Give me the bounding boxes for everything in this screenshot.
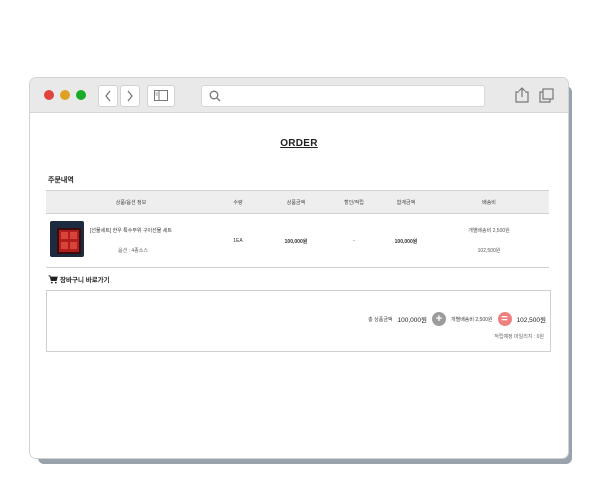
equals-icon: = — [497, 312, 512, 326]
search-icon — [209, 90, 221, 102]
table-row: [선물세트] 한우 특수부위 구이선물 세트 옵션 : 4종소스 1EA 100… — [46, 213, 549, 268]
forward-button[interactable] — [120, 85, 140, 107]
browser-toolbar — [30, 78, 568, 113]
product-thumbnail[interactable] — [50, 221, 84, 257]
chevron-left-icon — [105, 90, 111, 102]
order-summary: 총 상품금액 100,000원 + 개별배송비 2,500원 = 102,500… — [46, 290, 551, 352]
cart-link[interactable]: 장바구니 바로가기 — [48, 274, 110, 284]
minimize-window-button[interactable] — [60, 90, 70, 100]
tabs-icon — [538, 87, 554, 103]
back-button[interactable] — [98, 85, 118, 107]
column-product: 상품/옵션 정보 — [115, 199, 147, 206]
order-table-header: 상품/옵션 정보 수량 상품금액 할인/적립 합계금액 배송비 — [46, 190, 549, 214]
item-shipping-type: 개별배송비 2,500원 — [468, 228, 510, 234]
cart-link-label: 장바구니 바로가기 — [60, 277, 110, 284]
address-input[interactable] — [226, 88, 480, 105]
product-name[interactable]: [선물세트] 한우 특수부위 구이선물 세트 — [90, 227, 172, 234]
item-quantity: 1EA — [233, 238, 243, 244]
page-title: ORDER — [280, 138, 318, 149]
column-price: 상품금액 — [286, 199, 306, 206]
column-discount: 할인/적립 — [344, 199, 364, 206]
cart-icon — [48, 274, 58, 283]
order-section-title: 주문내역 — [48, 177, 74, 184]
item-shipping-total: 102,500원 — [477, 248, 501, 254]
item-price: 100,000원 — [284, 239, 308, 245]
grand-total-value: 102,500원 — [516, 317, 546, 324]
plus-icon: + — [432, 312, 446, 326]
share-icon — [515, 87, 529, 103]
maximize-window-button[interactable] — [76, 90, 86, 100]
sidebar-icon — [154, 90, 168, 101]
browser-window: ORDER 주문내역 상품/옵션 정보 수량 상품금액 할인/적립 합계금액 배… — [30, 78, 568, 458]
sidebar-toggle-button[interactable] — [147, 85, 175, 107]
column-quantity: 수량 — [233, 199, 243, 206]
product-total-value: 100,000원 — [397, 317, 427, 324]
close-window-button[interactable] — [44, 90, 54, 100]
address-bar[interactable] — [201, 85, 485, 107]
product-total-label: 총 상품금액 — [368, 316, 393, 323]
column-total: 합계금액 — [396, 199, 416, 206]
item-total: 100,000원 — [394, 239, 418, 245]
chevron-right-icon — [127, 90, 133, 102]
tabs-button[interactable] — [536, 85, 556, 105]
summary-line: 총 상품금액 100,000원 + 개별배송비 2,500원 = 102,500… — [368, 311, 546, 327]
item-discount: - — [353, 238, 355, 244]
shipping-fee-label: 개별배송비 2,500원 — [451, 316, 493, 323]
product-option: 옵션 : 4종소스 — [118, 248, 148, 254]
column-shipping: 배송비 — [482, 199, 496, 206]
share-button[interactable] — [512, 85, 532, 105]
mileage-text: 적립예정 마일리지 : 0원 — [494, 334, 544, 340]
